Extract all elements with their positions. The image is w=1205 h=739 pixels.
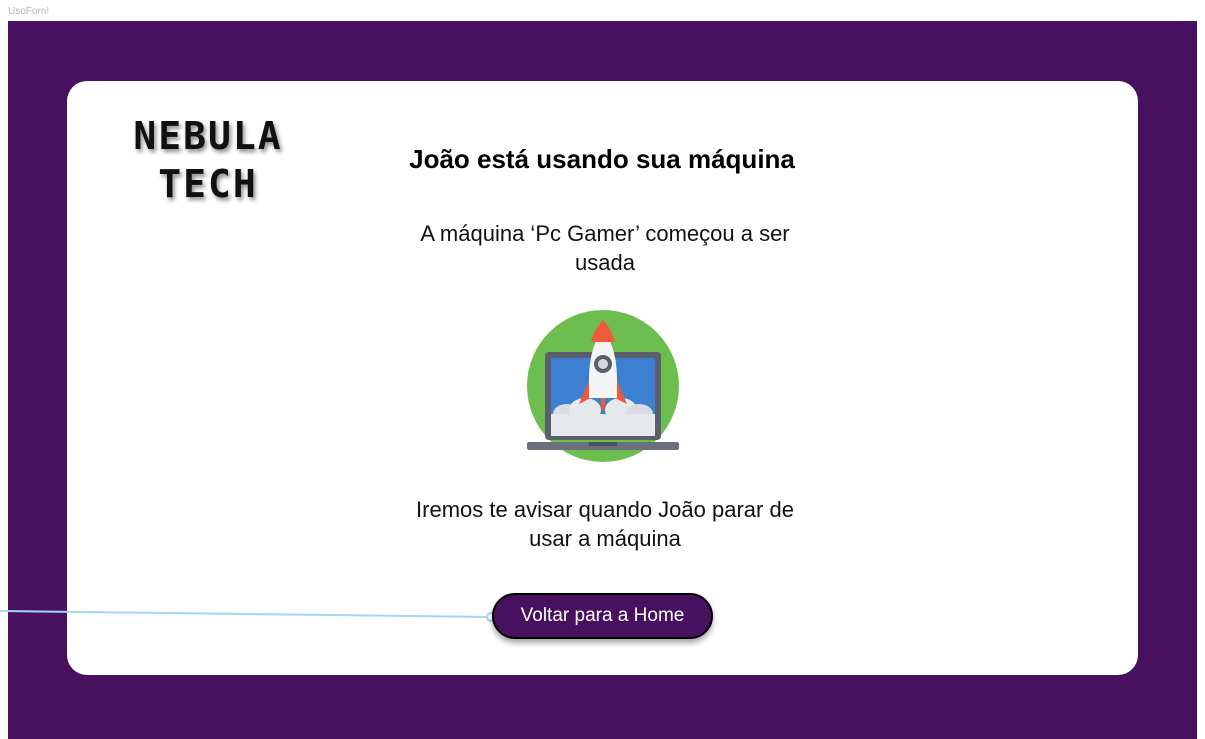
notify-message: Iremos te avisar quando João parar de us… <box>416 497 794 551</box>
page-title: João está usando sua máquina <box>409 144 795 174</box>
usage-started-message: A máquina ‘Pc Gamer’ começou a ser usada <box>420 221 790 275</box>
frame-label: UsoForn! <box>8 6 50 17</box>
logo: NEBULA TECH <box>113 112 303 208</box>
logo-line-1: NEBULA <box>133 114 283 158</box>
back-to-home-button[interactable]: Voltar para a Home <box>492 593 713 639</box>
rocket-laptop-icon <box>523 306 683 466</box>
logo-line-2: TECH <box>158 162 258 206</box>
